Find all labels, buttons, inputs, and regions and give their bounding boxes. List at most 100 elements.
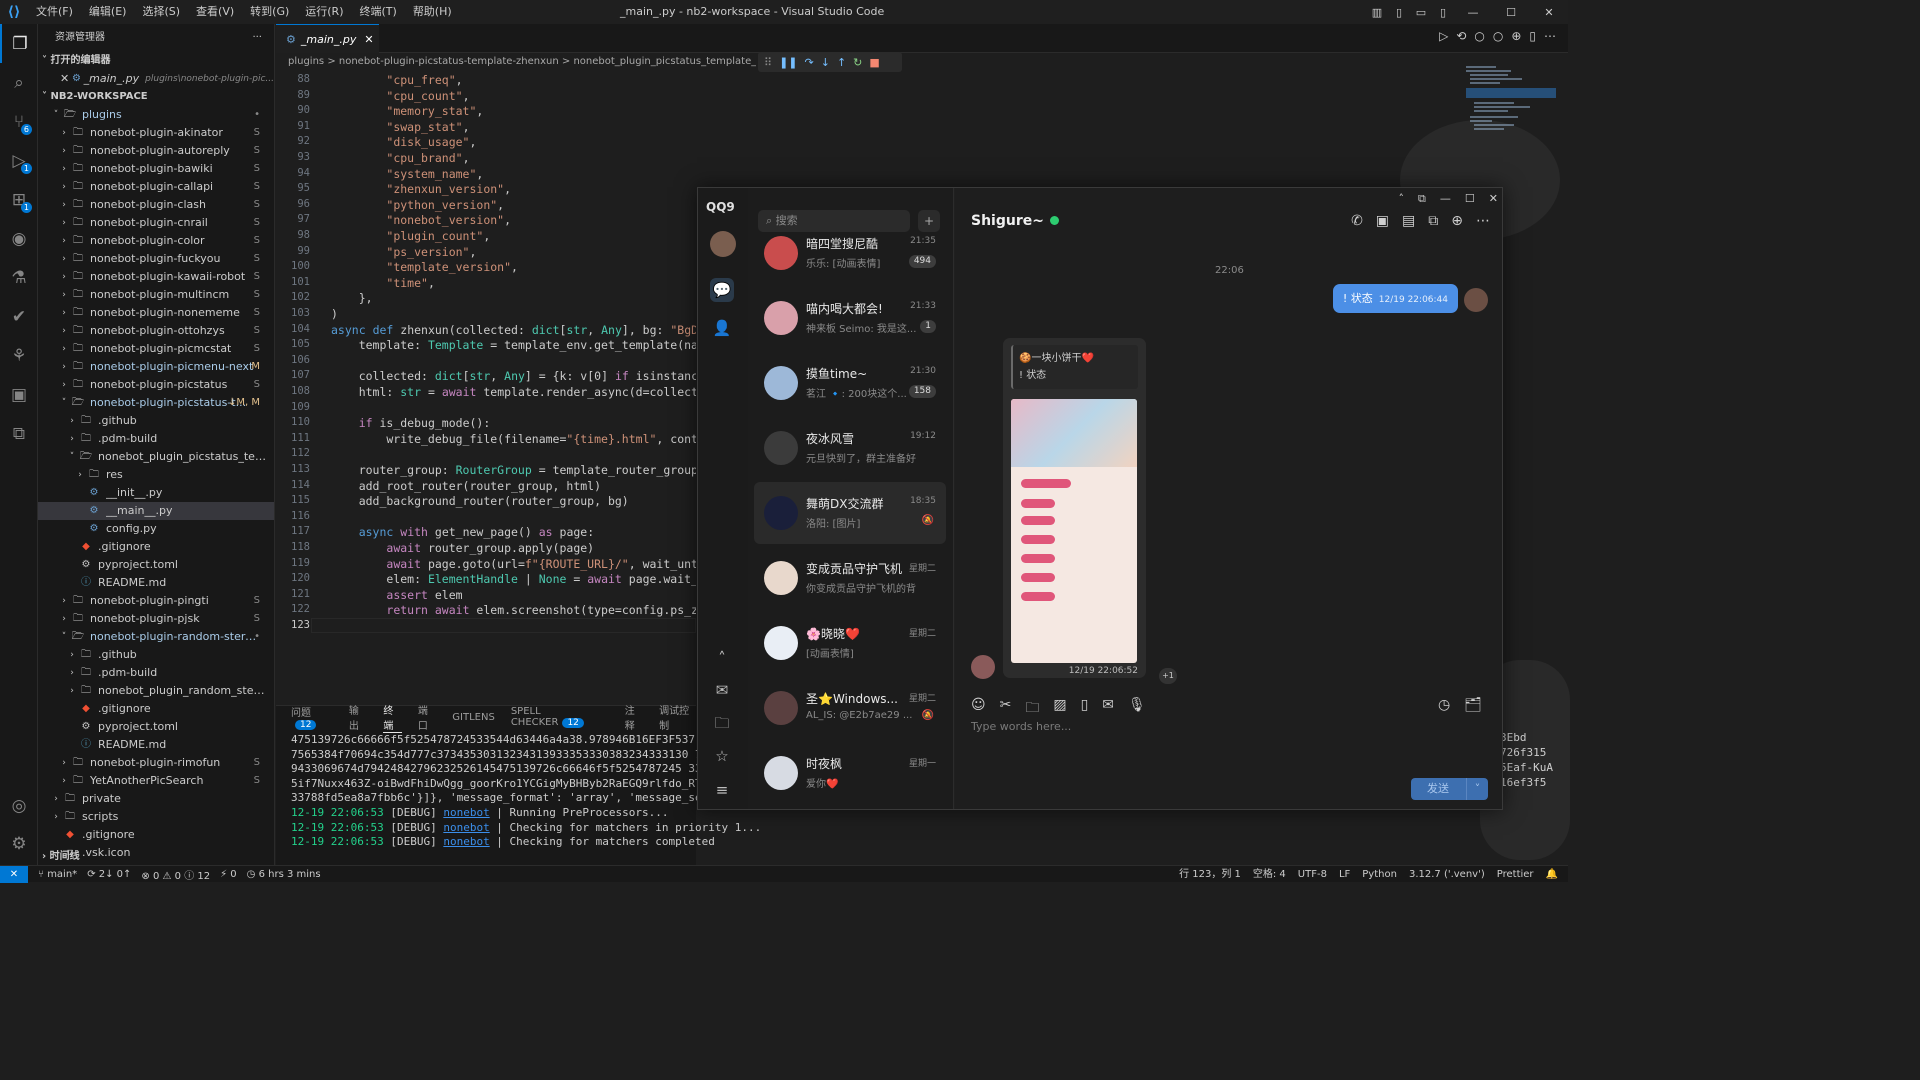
code-line[interactable]: "swap_stat",	[331, 120, 469, 134]
tree-item[interactable]: › 🗀 nonebot-plugin-bawiki S	[38, 160, 274, 178]
extensions-icon[interactable]: ⊞ 1	[0, 180, 38, 219]
video-icon[interactable]: ▯	[1081, 697, 1089, 721]
previous-change-icon[interactable]: ○	[1474, 29, 1484, 43]
git-branch[interactable]: ⑂ main*	[38, 869, 77, 880]
prettier-status[interactable]: Prettier	[1497, 866, 1534, 883]
more-icon[interactable]: ⋯	[1476, 213, 1490, 229]
tree-item[interactable]: › 🗀 nonebot-plugin-ottohzys S	[38, 322, 274, 340]
bot-reply-card[interactable]: 🍪一块小饼干❤️ ! 状态 12/19 22:06:52	[1003, 338, 1146, 678]
check-icon[interactable]: ✔	[0, 297, 38, 336]
breadcrumb[interactable]: plugins > nonebot-plugin-picstatus-templ…	[276, 53, 756, 71]
code-line[interactable]: "cpu_freq",	[331, 73, 462, 87]
tree-item[interactable]: › 🗀 nonebot-plugin-fuckyou S	[38, 250, 274, 268]
tree-item[interactable]: ◆ .gitignore	[38, 700, 274, 718]
code-line[interactable]: "memory_stat",	[331, 104, 483, 118]
step-into-icon[interactable]: ↓	[821, 56, 830, 69]
code-line[interactable]: "zhenxun_version",	[331, 182, 511, 196]
settings-gear-icon[interactable]: ⚙	[0, 824, 38, 863]
explorer-icon[interactable]: ❐	[0, 24, 38, 63]
tab-main-py[interactable]: ⚙ _main_.py ✕	[276, 24, 379, 53]
tree-item[interactable]: › 🗀 nonebot-plugin-clash S	[38, 196, 274, 214]
github-icon[interactable]: ◉	[0, 219, 38, 258]
tree-item[interactable]: ⚙ config.py	[38, 520, 274, 538]
code-line[interactable]: "template_version",	[331, 260, 518, 274]
code-line[interactable]: "python_version",	[331, 198, 504, 212]
conversation-item[interactable]: 暗四堂搜尼酷 乐乐: [动画表情] 21:35 494	[754, 222, 946, 284]
remote-indicator-icon[interactable]: ✕	[0, 865, 28, 883]
add-member-icon[interactable]: ⊕	[1451, 213, 1463, 229]
tree-item[interactable]: ⚙ __main__.py	[38, 502, 274, 520]
code-line[interactable]: "disk_usage",	[331, 135, 476, 149]
sync-status[interactable]: ⟳ 2↓ 0↑	[87, 869, 131, 880]
screenshot-icon[interactable]: ✂	[1000, 697, 1012, 721]
gitlens-icon[interactable]: ⚘	[0, 336, 38, 375]
minimize-button[interactable]: —	[1454, 6, 1492, 19]
tree-item[interactable]: › 🗀 nonebot-plugin-color S	[38, 232, 274, 250]
code-line[interactable]: "ps_version",	[331, 245, 476, 259]
mail-icon[interactable]: ✉	[710, 678, 734, 702]
menu-item[interactable]: 帮助(H)	[405, 0, 460, 24]
tree-item[interactable]: › 🗀 nonebot-plugin-multincm S	[38, 286, 274, 304]
code-line[interactable]: router_group: RouterGroup = template_rou…	[331, 463, 696, 477]
encoding[interactable]: UTF-8	[1298, 866, 1327, 883]
layout-icon[interactable]: ▥	[1366, 6, 1388, 19]
tree-item[interactable]: ⚙ __init__.py	[38, 484, 274, 502]
remote-explorer-icon[interactable]: ▣	[0, 375, 38, 414]
plus-one-button[interactable]: +1	[1159, 668, 1177, 684]
panel-tab[interactable]: GITLENS	[452, 712, 495, 723]
conversation-item[interactable]: 舞萌DX交流群 洛阳: [图片] 18:35 🔕	[754, 482, 946, 544]
code-line[interactable]: add_root_router(router_group, html)	[331, 479, 601, 493]
restart-icon[interactable]: ↻	[853, 56, 862, 69]
open-changes-icon[interactable]: ⟲	[1456, 29, 1466, 43]
tree-item[interactable]: ◆ .gitignore	[38, 826, 274, 844]
tree-item[interactable]: › 🗀 .pdm-build	[38, 430, 274, 448]
python-interpreter[interactable]: 3.12.7 ('.venv')	[1409, 866, 1485, 883]
code-editor[interactable]: 88 "cpu_freq", 89 "cpu_count", 90 "memory_…	[276, 72, 696, 705]
maximize-button[interactable]: ☐	[1465, 192, 1475, 206]
minimize-button[interactable]: —	[1440, 192, 1451, 206]
log-source-link[interactable]: nonebot	[443, 806, 489, 819]
bot-avatar[interactable]	[971, 655, 995, 679]
chat-title[interactable]: Shigure~	[971, 213, 1059, 229]
user-avatar[interactable]	[710, 231, 736, 257]
code-line[interactable]: async with get_new_page() as page:	[331, 525, 594, 539]
history-icon[interactable]: ◷	[1438, 697, 1450, 713]
red-packet-icon[interactable]: ✉	[1102, 697, 1114, 721]
log-source-link[interactable]: nonebot	[443, 821, 489, 834]
panel-tab[interactable]: 输出	[349, 702, 367, 732]
code-line[interactable]: },	[331, 291, 373, 305]
code-line[interactable]: elem: ElementHandle | None = await page.…	[331, 572, 696, 586]
panel-tab[interactable]: 调试控制	[659, 702, 696, 732]
tree-item[interactable]: › 🗀 nonebot-plugin-akinator S	[38, 124, 274, 142]
tree-item[interactable]: ⚙ pyproject.toml	[38, 556, 274, 574]
notifications-icon[interactable]: 🔔	[1546, 866, 1558, 883]
code-line[interactable]: template: Template = template_env.get_te…	[331, 338, 696, 352]
pin-icon[interactable]: ⧉	[1418, 192, 1426, 206]
code-line[interactable]: html: str = await template.render_async(…	[331, 385, 696, 399]
panel-tab[interactable]: 端口	[418, 702, 436, 732]
tree-item[interactable]: › 🗀 res	[38, 466, 274, 484]
menu-item[interactable]: 转到(G)	[242, 0, 297, 24]
more-actions-icon[interactable]: ···	[252, 24, 262, 52]
screen-share-icon[interactable]: ▤	[1402, 213, 1415, 229]
cursor-position[interactable]: 行 123，列 1	[1179, 866, 1241, 883]
menu-item[interactable]: 查看(V)	[188, 0, 242, 24]
menu-item[interactable]: 选择(S)	[134, 0, 188, 24]
menu-item[interactable]: 终端(T)	[352, 0, 405, 24]
panel-tab[interactable]: 问题12	[291, 704, 333, 730]
step-out-icon[interactable]: ↑	[837, 56, 846, 69]
next-change-icon[interactable]: ○	[1493, 29, 1503, 43]
tree-item[interactable]: › 🗀 nonebot-plugin-autoreply S	[38, 142, 274, 160]
close-window-button[interactable]: ✕	[1530, 6, 1568, 19]
tree-item[interactable]: › 🗀 nonebot-plugin-callapi S	[38, 178, 274, 196]
panel-tab[interactable]: SPELL CHECKER 12	[511, 706, 609, 728]
conversation-item[interactable]: 🌸晓晓❤️ [动画表情] 星期二	[754, 612, 946, 674]
toggle-secondary-icon[interactable]: ▯	[1432, 6, 1454, 19]
step-over-icon[interactable]: ↷	[805, 56, 814, 69]
video-call-icon[interactable]: ▣	[1376, 213, 1389, 229]
code-line[interactable]: async def zhenxun(collected: dict[str, A…	[331, 323, 696, 337]
split-editor-icon[interactable]: ▯	[1529, 29, 1536, 43]
tree-item[interactable]: › 🗀 .github	[38, 646, 274, 664]
contacts-icon[interactable]: 👤	[710, 316, 734, 340]
conversation-item[interactable]: 摸鱼time~ 茗江 🔹: 200块这个... 21:30 158	[754, 352, 946, 414]
